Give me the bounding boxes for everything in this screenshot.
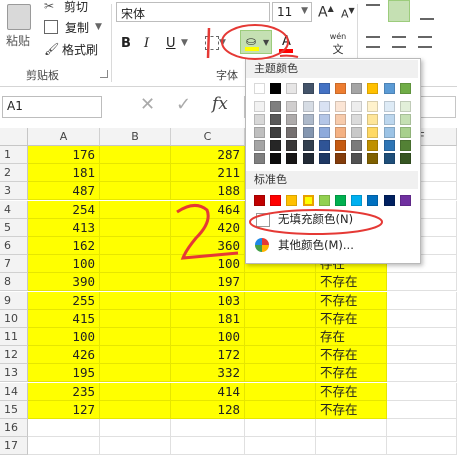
annotation-circle-fill-button [221,24,289,60]
annotation-number-two [176,204,239,260]
annotation-stroke-one [206,27,211,59]
annotation-underline-font-color [279,54,299,58]
annotation-circle-no-fill [249,209,383,235]
annotation-overlay [176,24,383,260]
